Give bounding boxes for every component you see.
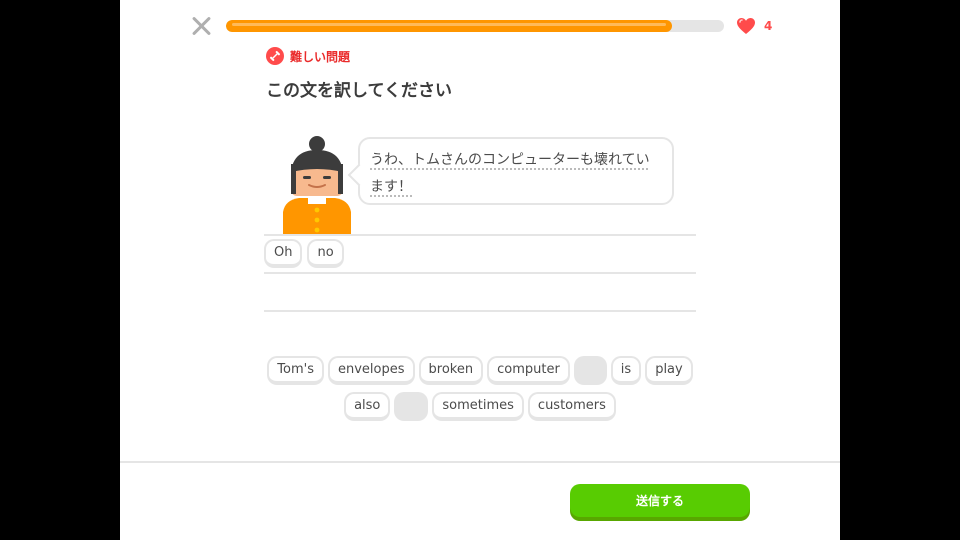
hearts-count: 4 [764,19,773,33]
answer-line-top [264,234,696,236]
answer-word-chip[interactable]: no [307,239,344,268]
lesson-screen: 4 難しい問題 この文を訳してください うわ、トムさんのコンピューターも壊れてい… [120,0,840,540]
word-bank-chip[interactable]: broken [418,356,484,385]
close-button[interactable] [190,15,212,37]
word-bank-chip[interactable]: play [645,356,693,385]
progress-fill [226,20,672,32]
word-bank-chip[interactable]: customers [527,392,616,421]
answer-line-bottom [264,310,696,312]
progress-bar [226,20,724,32]
footer-divider [120,461,840,463]
dumbbell-icon [266,47,284,65]
word-bank-row: Tom's envelopes broken computer is play [264,356,696,385]
submit-button[interactable]: 送信する [570,484,750,517]
badge-label: 難しい問題 [290,49,351,64]
word-bank-chip[interactable]: also [344,392,391,421]
page-title: この文を訳してください [266,81,452,101]
heart-icon [737,18,755,34]
character-illustration [283,136,351,234]
used-word-placeholder [573,356,607,385]
speech-bubble: うわ、トムさんのコンピューターも壊れています！ [347,137,674,205]
hearts-counter[interactable]: 4 [736,16,772,36]
word-bank-chip[interactable]: sometimes [432,392,524,421]
word-bank-chip[interactable]: is [610,356,642,385]
answer-word-chip[interactable]: Oh [264,239,303,268]
word-bank-chip[interactable]: envelopes [327,356,415,385]
word-bank-row: also sometimes customers [264,392,696,421]
answer-line-middle [264,272,696,274]
prompt-sentence[interactable]: うわ、トムさんのコンピューターも壊れています！ [370,152,650,195]
word-bank-chip[interactable]: Tom's [267,356,324,385]
hard-challenge-badge: 難しい問題 [266,47,350,65]
answer-area[interactable]: Oh no [264,239,344,268]
used-word-placeholder [394,392,429,421]
word-bank-chip[interactable]: computer [487,356,570,385]
